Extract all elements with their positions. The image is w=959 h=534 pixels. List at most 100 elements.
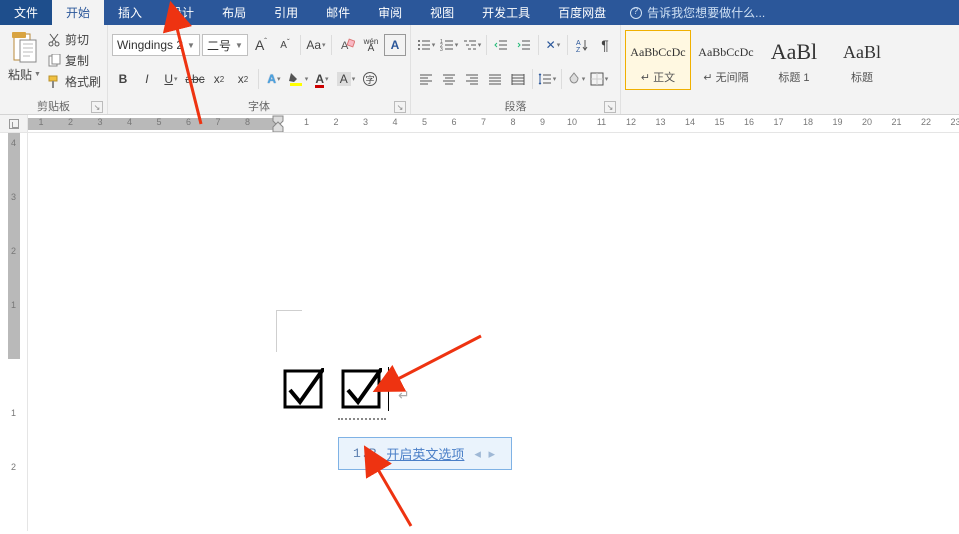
style-gallery[interactable]: AaBbCcDc↵ 正文AaBbCcDc↵ 无间隔AaBl标题 1AaBl标题 <box>625 28 895 98</box>
copy-label: 复制 <box>65 52 89 69</box>
paragraph-mark: ↵ <box>398 387 410 404</box>
tab-baidu[interactable]: 百度网盘 <box>544 0 620 25</box>
ime-index: 1.R <box>353 446 376 461</box>
paste-button[interactable]: 粘贴▼ <box>4 28 45 98</box>
svg-text:A: A <box>576 40 581 47</box>
numbering-button[interactable]: 123▾ <box>438 34 460 56</box>
group-styles: AaBbCcDc↵ 正文AaBbCcDc↵ 无间隔AaBl标题 1AaBl标题 <box>621 25 959 114</box>
group-clipboard: 粘贴▼ 剪切 复制 格式刷 剪贴板↘ <box>0 25 108 114</box>
svg-text:3: 3 <box>440 47 443 52</box>
shading-button[interactable]: ▾ <box>565 68 587 90</box>
superscript-button[interactable]: x2 <box>232 68 254 90</box>
vertical-ruler[interactable]: 432112 <box>0 133 28 531</box>
page-corner-mark <box>276 310 302 352</box>
checkbox-symbol-1 <box>282 368 324 410</box>
borders-button[interactable]: ▾ <box>588 68 610 90</box>
bold-button[interactable]: B <box>112 68 134 90</box>
selection-underline <box>338 368 386 414</box>
clipboard-dialog-launcher[interactable]: ↘ <box>91 101 103 113</box>
ruler-tab-selector[interactable] <box>0 115 28 132</box>
paste-icon <box>10 30 38 64</box>
strikethrough-button[interactable]: abc <box>184 68 206 90</box>
style-item[interactable]: AaBbCcDc↵ 正文 <box>625 30 691 90</box>
document-area: 432112 ↵ 1.R 开启英文选项 ◂ ▸ <box>0 133 959 531</box>
font-size-combo[interactable]: 二号▼ <box>202 34 248 56</box>
horizontal-ruler-row: 8765432112345678910111213141516171819202… <box>0 115 959 133</box>
tab-view[interactable]: 视图 <box>416 0 468 25</box>
justify-button[interactable] <box>484 68 506 90</box>
horizontal-ruler[interactable]: 8765432112345678910111213141516171819202… <box>28 115 959 132</box>
format-painter-button[interactable]: 格式刷 <box>45 72 103 91</box>
style-name: ↵ 无间隔 <box>703 69 748 85</box>
document-canvas[interactable]: ↵ 1.R 开启英文选项 ◂ ▸ <box>28 133 959 531</box>
clear-formatting-button[interactable]: A <box>336 34 358 56</box>
bullets-button[interactable]: ▾ <box>415 34 437 56</box>
tab-file[interactable]: 文件 <box>0 0 52 25</box>
style-item[interactable]: AaBbCcDc↵ 无间隔 <box>693 30 759 90</box>
grow-font-button[interactable]: Aˆ <box>250 34 272 56</box>
svg-text:Z: Z <box>576 47 581 52</box>
ime-english-option-link[interactable]: 开启英文选项 <box>386 444 464 463</box>
align-right-button[interactable] <box>461 68 483 90</box>
copy-button[interactable]: 复制 <box>45 51 103 70</box>
group-font: Wingdings 2▼ 二号▼ Aˆ Aˇ Aa▾ A wénA A B I … <box>108 25 411 114</box>
format-painter-icon <box>47 75 61 89</box>
paragraph-dialog-launcher[interactable]: ↘ <box>604 101 616 113</box>
copy-icon <box>47 54 61 68</box>
style-item[interactable]: AaBl标题 <box>829 30 895 90</box>
style-name: 标题 <box>851 69 873 85</box>
font-size-value: 二号 <box>207 37 231 54</box>
text-cursor <box>388 367 389 411</box>
tab-references[interactable]: 引用 <box>260 0 312 25</box>
shrink-font-button[interactable]: Aˇ <box>274 34 296 56</box>
sort-button[interactable]: AZ <box>571 34 593 56</box>
ribbon-tabs: 文件 开始 插入 设计 布局 引用 邮件 审阅 视图 开发工具 百度网盘 告诉我… <box>0 0 959 25</box>
style-name: ↵ 正文 <box>641 69 675 85</box>
change-case-button[interactable]: Aa▾ <box>305 34 327 56</box>
cut-label: 剪切 <box>65 31 89 48</box>
annotation-arrow-to-ime <box>366 461 426 534</box>
style-preview: AaBbCcDc <box>698 35 753 69</box>
text-effects-button[interactable]: A▾ <box>263 68 285 90</box>
tab-mailings[interactable]: 邮件 <box>312 0 364 25</box>
format-painter-label: 格式刷 <box>65 73 101 90</box>
increase-indent-button[interactable] <box>513 34 535 56</box>
align-center-button[interactable] <box>438 68 460 90</box>
distributed-button[interactable] <box>507 68 529 90</box>
align-left-button[interactable] <box>415 68 437 90</box>
line-spacing-button[interactable]: ▾ <box>536 68 558 90</box>
ime-candidate-box[interactable]: 1.R 开启英文选项 ◂ ▸ <box>338 437 512 470</box>
asian-layout-button[interactable]: ✕▾ <box>542 34 564 56</box>
enclose-characters-button[interactable]: 字 <box>359 68 381 90</box>
style-preview: AaBbCcDc <box>630 35 685 69</box>
tab-insert[interactable]: 插入 <box>104 0 156 25</box>
character-shading-button[interactable]: A▾ <box>335 68 357 90</box>
multilevel-list-button[interactable]: ▾ <box>461 34 483 56</box>
tab-home[interactable]: 开始 <box>52 0 104 25</box>
character-border-button[interactable]: A <box>384 34 406 56</box>
italic-button[interactable]: I <box>136 68 158 90</box>
style-preview: AaBl <box>843 35 881 69</box>
ribbon: 粘贴▼ 剪切 复制 格式刷 剪贴板↘ <box>0 25 959 115</box>
font-color-button[interactable]: A▾ <box>311 68 333 90</box>
decrease-indent-button[interactable] <box>490 34 512 56</box>
tab-developer[interactable]: 开发工具 <box>468 0 544 25</box>
tab-design[interactable]: 设计 <box>156 0 208 25</box>
cut-button[interactable]: 剪切 <box>45 30 103 49</box>
highlight-button[interactable]: ▾ <box>287 68 309 90</box>
scissors-icon <box>47 33 61 47</box>
tell-me-search[interactable]: 告诉我您想要做什么... <box>620 0 775 25</box>
font-name-combo[interactable]: Wingdings 2▼ <box>112 34 200 56</box>
tab-layout[interactable]: 布局 <box>208 0 260 25</box>
subscript-button[interactable]: x2 <box>208 68 230 90</box>
tab-review[interactable]: 审阅 <box>364 0 416 25</box>
ime-pager[interactable]: ◂ ▸ <box>474 446 497 462</box>
group-paragraph: ▾ 123▾ ▾ ✕▾ AZ ¶ ▾ ▾ <box>411 25 621 114</box>
font-dialog-launcher[interactable]: ↘ <box>394 101 406 113</box>
show-hide-marks-button[interactable]: ¶ <box>594 34 616 56</box>
style-item[interactable]: AaBl标题 1 <box>761 30 827 90</box>
style-name: 标题 1 <box>778 69 809 85</box>
phonetic-guide-button[interactable]: wénA <box>360 34 382 56</box>
underline-button[interactable]: U▾ <box>160 68 182 90</box>
group-label-font: 字体 <box>248 98 270 114</box>
